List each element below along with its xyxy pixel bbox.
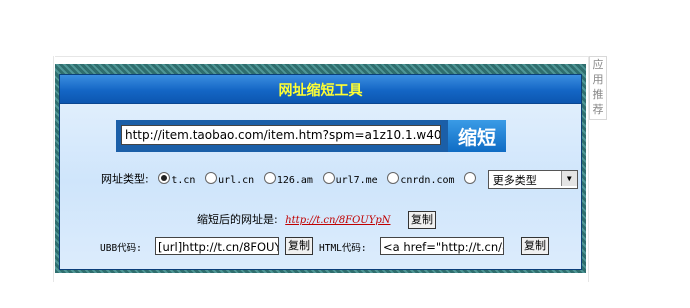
radio-126-am[interactable] [263,171,276,184]
url-type-row: 网址类型: t.cn url.cn 126.am url7.me cnrdn.c… [101,170,578,189]
panel-header: 网址缩短工具 [60,75,581,104]
option-label-url7-me: url7.me [335,174,378,186]
radio-more[interactable] [464,171,477,184]
more-types-value: 更多类型 [492,174,537,187]
ubb-code-label: UBB代码: [100,243,142,254]
chevron-down-icon: ▼ [560,171,577,186]
url-input-group: 缩短 [116,120,506,152]
copy-html-button[interactable]: 复制 [521,237,549,255]
copy-ubb-button[interactable]: 复制 [285,237,313,255]
url-type-label: 网址类型: [101,172,149,186]
frame-line-top [55,56,588,57]
side-tab-label: 应用推荐 [592,58,604,116]
html-code-label: HTML代码: [319,243,367,254]
option-label-t-cn: t.cn [171,174,196,186]
more-types-select[interactable]: 更多类型 ▼ [487,170,578,189]
shortener-panel: 网址缩短工具 缩短 网址类型: t.cn url.cn 126.am url7.… [59,74,582,270]
option-label-126-am: 126.am [276,174,313,186]
panel-title: 网址缩短工具 [278,83,363,99]
radio-url-cn[interactable] [205,171,218,184]
radio-url7-me[interactable] [322,171,335,184]
long-url-input[interactable] [121,125,441,145]
radio-t-cn[interactable] [158,171,171,184]
option-label-url-cn: url.cn [218,174,255,186]
short-url-link[interactable]: http://t.cn/8FOUYpN [285,215,390,226]
shorten-button[interactable]: 缩短 [448,120,506,152]
result-label: 缩短后的网址是: [197,213,278,226]
result-row: 缩短后的网址是: http://t.cn/8FOUYpN 复制 [197,211,436,229]
radio-cnrdn-com[interactable] [387,171,400,184]
frame-line-left [53,56,54,282]
code-row: UBB代码: [url]http://t.cn/8FOUYpN[/url] 复制… [100,237,580,257]
option-label-cnrdn-com: cnrdn.com [400,174,455,186]
ubb-code-input[interactable]: [url]http://t.cn/8FOUYpN[/url] [155,237,279,255]
copy-short-url-button[interactable]: 复制 [408,211,436,229]
shortener-panel-border: 网址缩短工具 缩短 网址类型: t.cn url.cn 126.am url7.… [55,64,586,273]
side-recommend-tab[interactable]: 应用推荐 [589,56,607,120]
html-code-input[interactable]: <a href="http://t.cn/8FOUYpN"> [380,237,504,255]
